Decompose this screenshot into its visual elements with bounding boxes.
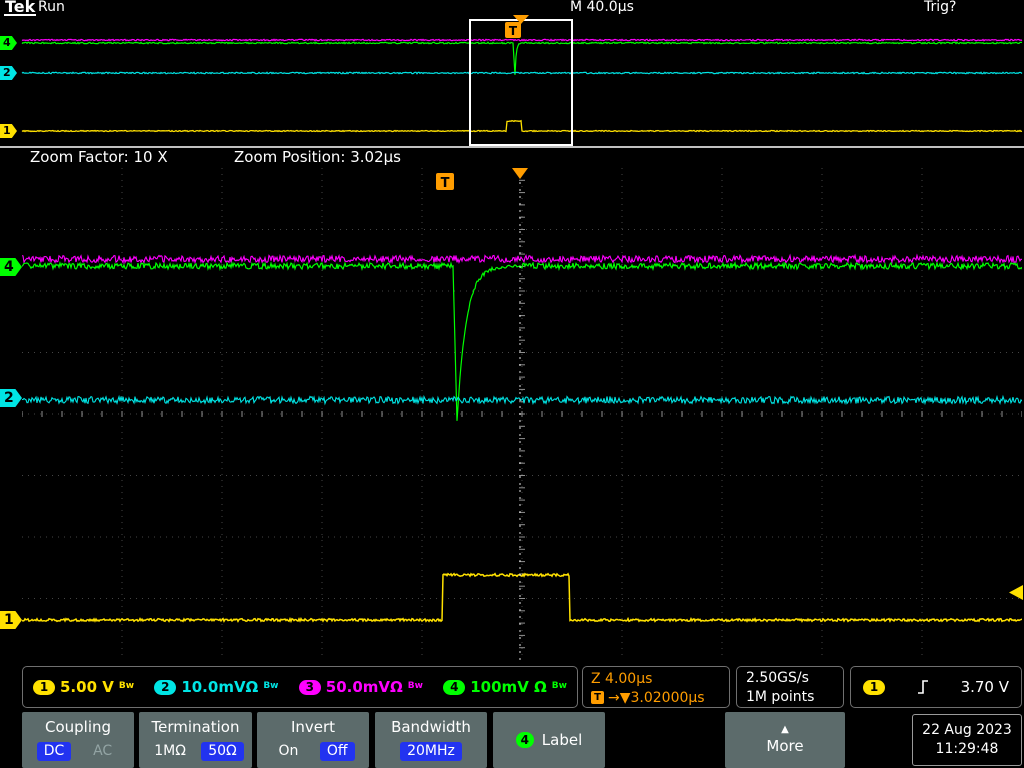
- ch3-bandwidth-limit-icon: Bw: [407, 681, 423, 691]
- record-length-readout: 1M points: [746, 689, 815, 705]
- ch4-bandwidth-limit-icon: Bw: [551, 681, 567, 691]
- ch4-scale: 100mV Ω: [470, 678, 547, 696]
- ch4-position-marker[interactable]: 4: [0, 258, 22, 276]
- trigger-level-readout: 3.70 V: [960, 678, 1009, 696]
- coupling-dc-option[interactable]: DC: [36, 742, 72, 761]
- overview-waveform-area: T: [0, 15, 1024, 148]
- ch3-trace: [22, 253, 1022, 265]
- up-arrow-icon: ▲: [781, 724, 789, 735]
- termination-50ohm-option[interactable]: 50Ω: [201, 742, 244, 761]
- ch1-badge: 1: [33, 679, 55, 695]
- ch2-position-marker[interactable]: 2: [0, 389, 22, 407]
- ch1-trace: [22, 572, 1022, 624]
- label-channel-badge: 4: [515, 732, 534, 748]
- ov-ch2-trace: [21, 71, 1023, 75]
- coupling-button[interactable]: Coupling DC AC: [22, 712, 134, 768]
- ov-ch4-trace: [21, 41, 1023, 75]
- datetime-display: 22 Aug 2023 11:29:48: [912, 714, 1022, 766]
- invert-off-option[interactable]: Off: [319, 742, 355, 761]
- ch3-readout[interactable]: 3 50.0mVΩ Bw: [298, 678, 423, 696]
- ov-ch3-trace: [21, 38, 1023, 42]
- trigger-readout-box: 1 3.70 V: [850, 666, 1022, 708]
- ch1-readout[interactable]: 1 5.00 V Bw: [33, 678, 134, 696]
- bandwidth-button[interactable]: Bandwidth 20MHz: [375, 712, 487, 768]
- rising-edge-icon: [917, 680, 928, 694]
- zoom-factor-readout: Zoom Factor: 10 X: [30, 148, 168, 166]
- acquisition-status: Run: [38, 0, 65, 15]
- invert-title: Invert: [290, 718, 336, 736]
- ch2-readout[interactable]: 2 10.0mVΩ Bw: [154, 678, 279, 696]
- zoom-info-bar: Zoom Factor: 10 X Zoom Position: 3.02µs: [0, 149, 1024, 167]
- invert-on-option[interactable]: On: [271, 742, 305, 761]
- ch4-trace: [22, 260, 1022, 421]
- trigger-to-center-readout: →▼3.02000µs: [608, 689, 705, 706]
- time-readout: 11:29:48: [935, 741, 999, 757]
- zoom-waveform-area: T: [22, 168, 1022, 660]
- trigger-source-badge: 1: [863, 679, 885, 695]
- ch4-readout[interactable]: 4 100mV Ω Bw: [443, 678, 567, 696]
- termination-title: Termination: [151, 718, 240, 736]
- more-title: More: [766, 737, 804, 755]
- zoom-center-marker[interactable]: [512, 168, 528, 179]
- sample-rate-readout: 2.50GS/s: [746, 670, 809, 686]
- ch1-bandwidth-limit-icon: Bw: [118, 681, 135, 691]
- termination-button[interactable]: Termination 1MΩ 50Ω: [139, 712, 252, 768]
- coupling-title: Coupling: [44, 718, 112, 736]
- zoom-position-readout: Zoom Position: 3.02µs: [234, 148, 401, 166]
- ov-ch1-trace: [21, 119, 1023, 133]
- ch3-badge: 3: [298, 679, 321, 695]
- acquisition-box: 2.50GS/s 1M points: [736, 666, 844, 708]
- ch1-position-marker[interactable]: 1: [0, 611, 22, 629]
- ch1-scale: 5.00 V: [60, 678, 114, 696]
- label-title: Label: [541, 731, 583, 749]
- overview-trigger-flag-label: T: [509, 24, 518, 38]
- bottom-menu-bar: Coupling DC AC Termination 1MΩ 50Ω Inver…: [0, 712, 1024, 768]
- top-status-bar: Tek Run M 40.0µs Trig?: [0, 0, 1024, 16]
- ch2-scale: 10.0mVΩ: [181, 678, 259, 696]
- ch2-bandwidth-limit-icon: Bw: [263, 681, 279, 691]
- channel-readouts-box: 1 5.00 V Bw 2 10.0mVΩ Bw 3 50.0mVΩ Bw 4 …: [22, 666, 578, 708]
- main-timebase-readout: M 40.0µs: [570, 0, 634, 15]
- zoom-scale-readout: Z 4.00µs: [591, 670, 653, 687]
- ch2-badge: 2: [154, 679, 177, 695]
- ch4-badge: 4: [443, 679, 466, 695]
- oscilloscope-screen: Tek Run M 40.0µs Trig? T 4 2 1 Zoom Fact…: [0, 0, 1024, 768]
- bandwidth-title: Bandwidth: [391, 718, 471, 736]
- termination-1mohm-option[interactable]: 1MΩ: [147, 742, 193, 761]
- invert-button[interactable]: Invert On Off: [257, 712, 369, 768]
- bandwidth-20mhz-option[interactable]: 20MHz: [400, 742, 462, 761]
- date-readout: 22 Aug 2023: [922, 722, 1012, 738]
- trigger-time-flag-label: T: [441, 176, 450, 191]
- status-bar: 1 5.00 V Bw 2 10.0mVΩ Bw 3 50.0mVΩ Bw 4 …: [0, 664, 1024, 712]
- zoom-scale-box: Z 4.00µs T →▼3.02000µs: [582, 666, 730, 708]
- label-button[interactable]: 4 Label: [493, 712, 605, 768]
- trigger-status: Trig?: [924, 0, 957, 15]
- ch3-scale: 50.0mVΩ: [325, 678, 403, 696]
- coupling-ac-option[interactable]: AC: [86, 742, 119, 761]
- tek-logo: Tek: [4, 0, 37, 16]
- more-button[interactable]: ▲ More: [725, 712, 845, 768]
- trigger-icon: T: [591, 691, 604, 704]
